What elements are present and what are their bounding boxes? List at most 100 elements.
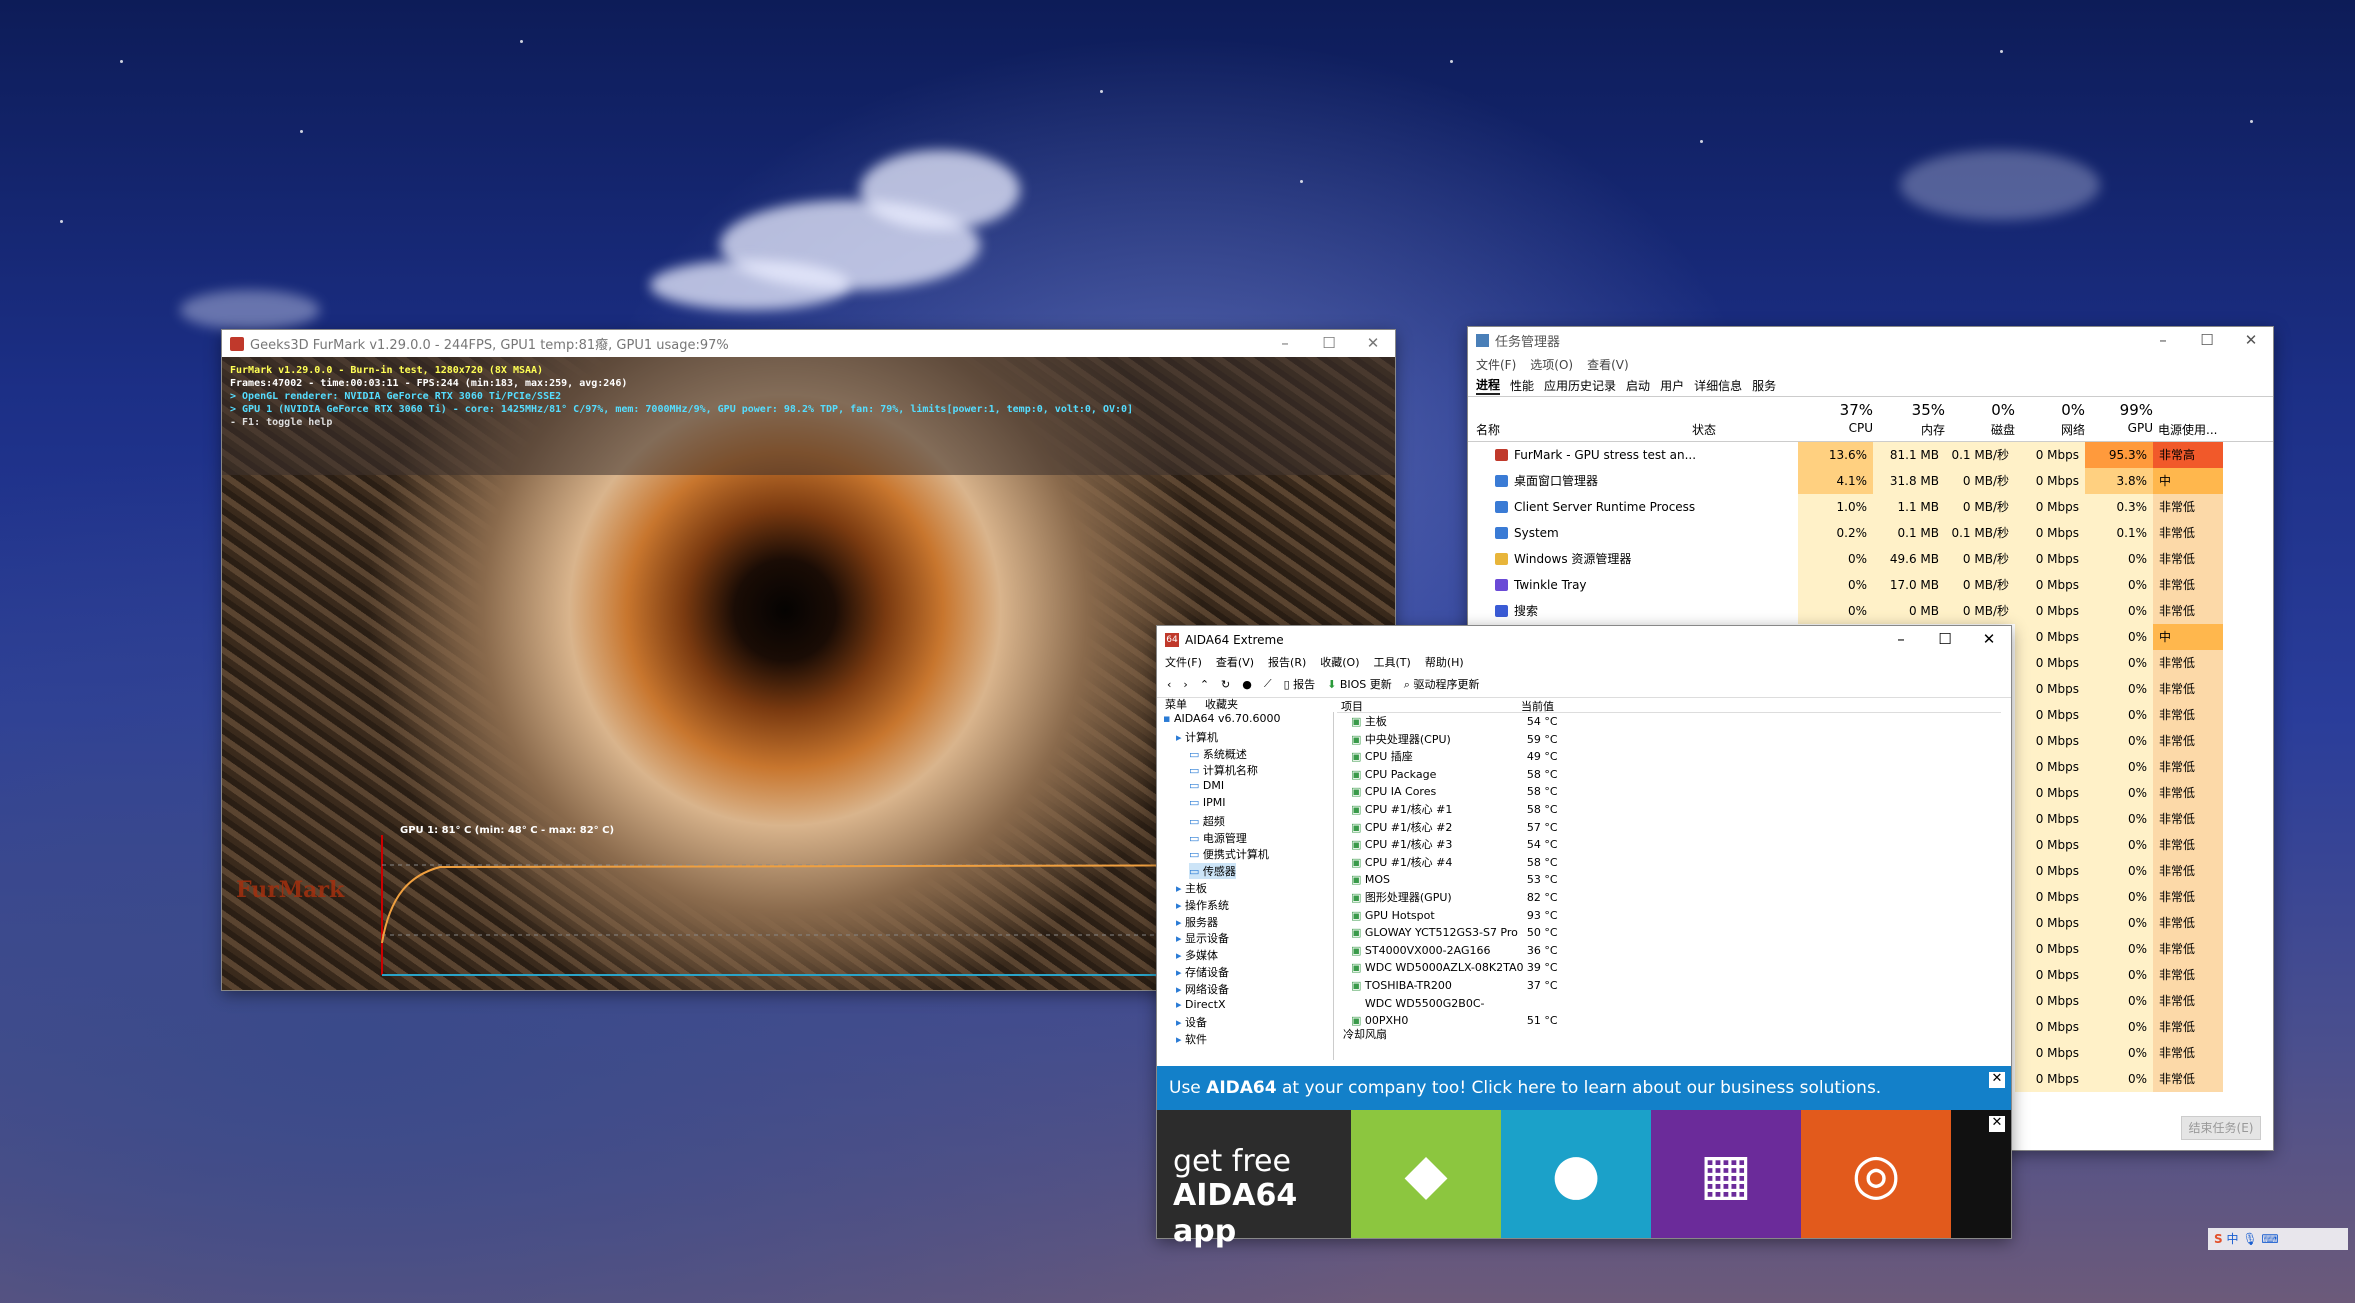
driver-update-button[interactable]: ⌕ 驱动程序更新: [1404, 676, 1480, 692]
sensor-row[interactable]: ▣ 中央处理器(CPU) 59 °C: [1337, 731, 1977, 748]
ime-tray[interactable]: S 中 🎙 ⌨: [2208, 1228, 2348, 1250]
tree-item[interactable]: ▸ 存储设备: [1176, 964, 1229, 980]
tree-item[interactable]: ▭ 超频: [1189, 813, 1225, 829]
refresh-icon[interactable]: ↻: [1221, 678, 1230, 691]
minimize-button[interactable]: –: [2141, 327, 2185, 354]
column-network[interactable]: 网络: [2015, 421, 2085, 438]
apple-icon[interactable]: ●: [1501, 1110, 1651, 1238]
process-row[interactable]: Twinkle Tray 0% 17.0 MB 0 MB/秒 0 Mbps 0% 非常低: [1468, 572, 2273, 598]
tree-item[interactable]: ▸ 服务器: [1176, 914, 1218, 930]
taskmgr-titlebar[interactable]: 任务管理器 – ☐ ✕: [1468, 327, 2273, 354]
menu-item[interactable]: 文件(F): [1165, 654, 1202, 670]
maximize-button[interactable]: ☐: [2185, 327, 2229, 354]
ubuntu-icon[interactable]: ◎: [1801, 1110, 1951, 1238]
disk-total[interactable]: 0%: [1945, 401, 2015, 419]
close-button[interactable]: ✕: [2229, 327, 2273, 354]
sensor-row[interactable]: ▣ 图形处理器(GPU) 82 °C: [1337, 889, 1977, 906]
tab-2[interactable]: 应用历史记录: [1544, 377, 1616, 394]
process-row[interactable]: System 0.2% 0.1 MB 0.1 MB/秒 0 Mbps 0.1% 非常低: [1468, 520, 2273, 546]
promo-close-button[interactable]: ✕: [1989, 1116, 2005, 1132]
report-button[interactable]: ▯ 报告: [1284, 676, 1316, 692]
gpu-total[interactable]: 99%: [2085, 401, 2153, 419]
tree-item[interactable]: ▸ 网络设备: [1176, 981, 1229, 997]
sensor-row[interactable]: ▣ TOSHIBA-TR200 37 °C: [1337, 977, 1977, 994]
forward-icon[interactable]: ›: [1183, 678, 1187, 691]
maximize-button[interactable]: ☐: [1923, 626, 1967, 653]
furmark-titlebar[interactable]: Geeks3D FurMark v1.29.0.0 - 244FPS, GPU1…: [222, 330, 1395, 357]
tab-3[interactable]: 启动: [1626, 377, 1650, 394]
process-row[interactable]: Client Server Runtime Process 1.0% 1.1 MB 0…: [1468, 494, 2273, 520]
app-promo-panel[interactable]: get free AIDA64 app ◆ ● ▦ ◎ ✕: [1157, 1110, 2011, 1249]
menu-item[interactable]: 工具(T): [1374, 654, 1411, 670]
tree-item[interactable]: ▸ 设备: [1176, 1014, 1207, 1030]
aida64-window[interactable]: 64 AIDA64 Extreme – ☐ ✕ 文件(F) 查看(V) 报告(R) 收…: [1157, 626, 2011, 1249]
sensor-row[interactable]: ▣ CPU #1/核心 #3 54 °C: [1337, 836, 1977, 853]
tab-1[interactable]: 性能: [1510, 377, 1534, 394]
column-item[interactable]: 项目: [1337, 698, 1521, 713]
aida-titlebar[interactable]: 64 AIDA64 Extreme – ☐ ✕: [1157, 626, 2011, 653]
tree-item[interactable]: ▪ AIDA64 v6.70.6000: [1163, 712, 1281, 725]
column-gpu[interactable]: GPU: [2085, 421, 2153, 435]
tree-item[interactable]: ▭ 计算机名称: [1189, 762, 1258, 778]
sensor-row[interactable]: ▣ GPU Hotspot 93 °C: [1337, 907, 1977, 924]
memory-total[interactable]: 35%: [1873, 401, 1945, 419]
column-value[interactable]: 当前值: [1521, 698, 1554, 713]
user-icon[interactable]: ●: [1242, 678, 1252, 691]
tree-item[interactable]: ▸ 操作系统: [1176, 897, 1229, 913]
minimize-button[interactable]: –: [1263, 330, 1307, 357]
tab-0[interactable]: 进程: [1476, 376, 1501, 395]
maximize-button[interactable]: ☐: [1307, 330, 1351, 357]
column-cpu[interactable]: CPU: [1798, 421, 1873, 435]
tab-6[interactable]: 服务: [1752, 377, 1776, 394]
close-button[interactable]: ✕: [1967, 626, 2011, 653]
chart-icon[interactable]: ⟋: [1264, 677, 1272, 691]
business-banner[interactable]: Use AIDA64 at your company too! Click he…: [1157, 1066, 2011, 1110]
tree-item[interactable]: ▭ 系统概述: [1189, 746, 1247, 762]
sensor-row[interactable]: ▣ WDC WD5000AZLX-08K2TA0 39 °C: [1337, 959, 1977, 976]
menu-item[interactable]: 帮助(H): [1425, 654, 1464, 670]
cpu-total[interactable]: 37%: [1798, 401, 1873, 419]
banner-close-button[interactable]: ✕: [1989, 1072, 2005, 1088]
end-task-button[interactable]: 结束任务(E): [2181, 1116, 2261, 1140]
tree-item[interactable]: ▸ 软件: [1176, 1031, 1207, 1047]
menu-item[interactable]: 查看(V): [1216, 654, 1254, 670]
sensor-row[interactable]: ▣ 主板 54 °C: [1337, 713, 1977, 730]
menu-item[interactable]: 收藏(O): [1320, 654, 1359, 670]
sensor-row[interactable]: ▣ WDC WD5500G2B0C-00PXH0 51 °C: [1337, 995, 1977, 1027]
sensor-row[interactable]: ▣ CPU #1/核心 #1 58 °C: [1337, 801, 1977, 818]
tree-item[interactable]: ▭ 传感器: [1189, 863, 1236, 880]
column-disk[interactable]: 磁盘: [1945, 421, 2015, 438]
tree-item[interactable]: ▸ 计算机: [1176, 729, 1218, 745]
sensor-row[interactable]: ▣ GLOWAY YCT512GS3-S7 Pro 50 °C: [1337, 924, 1977, 941]
windows-icon[interactable]: ▦: [1651, 1110, 1801, 1238]
tab-favorites[interactable]: 收藏夹: [1205, 696, 1238, 711]
back-icon[interactable]: ‹: [1167, 678, 1171, 691]
process-row[interactable]: Windows 资源管理器 0% 49.6 MB 0 MB/秒 0 Mbps 0% 非常低: [1468, 546, 2273, 572]
process-row[interactable]: 搜索 0% 0 MB 0 MB/秒 0 Mbps 0% 非常低: [1468, 598, 2273, 624]
menu-item[interactable]: 查看(V): [1587, 356, 1629, 373]
process-row[interactable]: 桌面窗口管理器 4.1% 31.8 MB 0 MB/秒 0 Mbps 3.8% 中: [1468, 468, 2273, 494]
sensor-row[interactable]: ▣ CPU #1/核心 #2 57 °C: [1337, 819, 1977, 836]
menu-item[interactable]: 选项(O): [1530, 356, 1573, 373]
android-icon[interactable]: ◆: [1351, 1110, 1501, 1238]
sensor-row[interactable]: ▣ CPU Package 58 °C: [1337, 766, 1977, 783]
sensor-row[interactable]: ▣ CPU #1/核心 #4 58 °C: [1337, 854, 1977, 871]
tree-item[interactable]: ▸ 显示设备: [1176, 930, 1229, 946]
up-icon[interactable]: ⌃: [1200, 678, 1209, 691]
tab-menu[interactable]: 菜单: [1165, 696, 1187, 711]
tree-item[interactable]: ▭ DMI: [1189, 779, 1224, 792]
tree-item[interactable]: ▭ IPMI: [1189, 796, 1226, 809]
tree-item[interactable]: ▭ 电源管理: [1189, 830, 1247, 846]
column-memory[interactable]: 内存: [1873, 421, 1945, 438]
column-name[interactable]: 名称: [1476, 421, 1500, 438]
tree-item[interactable]: ▸ 主板: [1176, 880, 1207, 896]
sensor-row[interactable]: ▣ MOS 53 °C: [1337, 871, 1977, 888]
tree-item[interactable]: ▭ 便携式计算机: [1189, 846, 1269, 862]
tab-5[interactable]: 详细信息: [1694, 377, 1742, 394]
sensor-row[interactable]: ▣ CPU 插座 49 °C: [1337, 748, 1977, 765]
column-status[interactable]: 状态: [1692, 421, 1716, 438]
column-power-usage[interactable]: 电源使用...: [2158, 421, 2217, 438]
tree-item[interactable]: ▸ DirectX: [1176, 998, 1226, 1011]
close-button[interactable]: ✕: [1351, 330, 1395, 357]
bios-update-button[interactable]: ⬇ BIOS 更新: [1327, 676, 1392, 692]
